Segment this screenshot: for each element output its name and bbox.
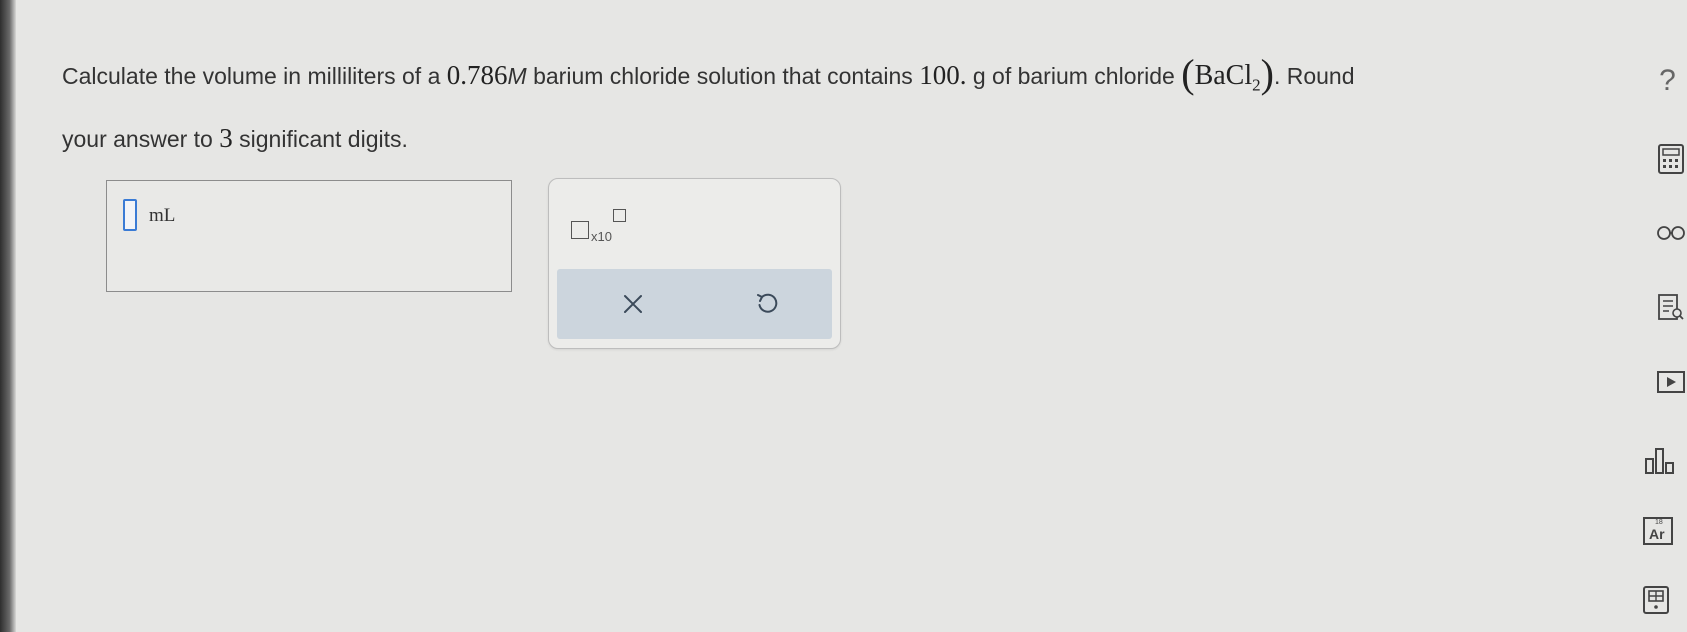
periodic-table-button[interactable]: 18 Ar xyxy=(1640,515,1676,547)
element-symbol: Ar xyxy=(1649,526,1665,542)
tablet-icon xyxy=(1643,586,1669,614)
formula-sheet-button[interactable] xyxy=(1638,583,1674,617)
clear-button[interactable] xyxy=(613,286,653,322)
document-search-icon xyxy=(1658,294,1684,320)
play-icon xyxy=(1657,371,1685,393)
formula-main: BaCl xyxy=(1194,60,1253,91)
math-tool-panel: x10 xyxy=(548,178,841,349)
unit-label: mL xyxy=(149,205,176,226)
worksheet-button[interactable] xyxy=(1655,291,1687,325)
data-button[interactable] xyxy=(1641,443,1681,477)
calculator-icon xyxy=(1658,144,1684,174)
bar-chart-icon xyxy=(1645,448,1674,474)
video-button[interactable] xyxy=(1655,368,1687,396)
question-text-part: barium chloride solution that contains xyxy=(526,63,920,89)
mantissa-box-icon xyxy=(571,221,589,239)
answer-box[interactable]: mL xyxy=(106,180,512,292)
question-text-part: g of barium chloride xyxy=(966,63,1182,89)
mass-value: 100. xyxy=(919,60,967,90)
question-text-part: your answer to xyxy=(62,125,220,152)
scientific-notation-button[interactable]: x10 xyxy=(571,209,641,251)
reading-button[interactable] xyxy=(1654,220,1687,246)
undo-icon xyxy=(757,293,778,313)
calculator-button[interactable] xyxy=(1655,141,1687,177)
concentration-value: 0.786 xyxy=(446,60,508,90)
question-text-part: Calculate the volume in milliliters of a xyxy=(62,63,447,89)
sig-digits-value: 3 xyxy=(219,122,233,153)
chemical-formula: (BaCl2) xyxy=(1181,51,1274,96)
concentration-unit: M xyxy=(507,63,527,89)
formula-subscript: 2 xyxy=(1252,75,1261,95)
answer-input[interactable] xyxy=(123,199,137,231)
question-text-part: significant digits. xyxy=(232,125,408,152)
screen-edge xyxy=(0,0,16,632)
atomic-number: 18 xyxy=(1655,519,1663,526)
question-mark-icon: ? xyxy=(1659,64,1676,97)
close-icon xyxy=(624,295,642,313)
periodic-element-icon: 18 Ar xyxy=(1643,517,1673,545)
question-text-part: . Round xyxy=(1273,63,1355,89)
action-bar xyxy=(557,269,832,339)
help-button[interactable]: ? xyxy=(1648,58,1687,104)
exponent-box-icon xyxy=(613,209,626,222)
times-ten-label: x10 xyxy=(591,229,612,244)
undo-button[interactable] xyxy=(747,286,787,322)
glasses-icon xyxy=(1656,226,1685,240)
question-text: Calculate the volume in milliliters of a… xyxy=(62,48,1562,165)
